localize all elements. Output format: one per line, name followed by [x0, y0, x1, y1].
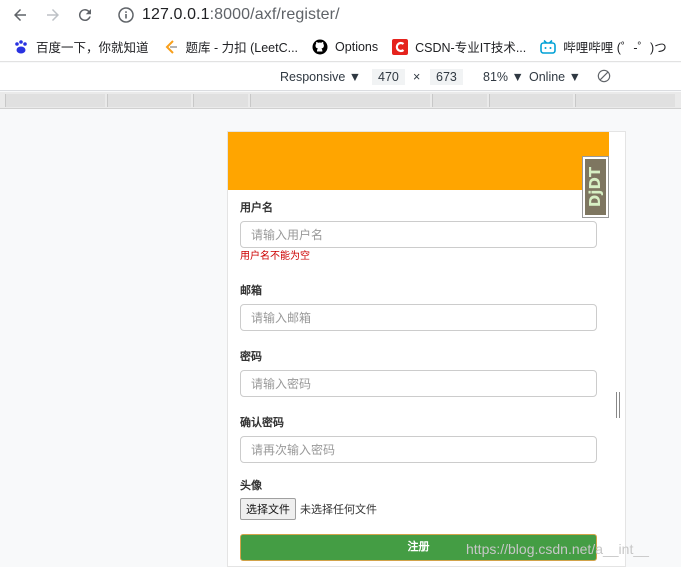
bookmark-leetcode[interactable]: 题库 - 力扣 (LeetC... [163, 37, 299, 56]
device-width-input[interactable]: 470 [372, 69, 405, 85]
leetcode-icon [163, 39, 179, 55]
forward-arrow-icon[interactable] [42, 4, 64, 26]
ruler-segment[interactable] [575, 94, 675, 107]
csdn-icon [392, 38, 409, 55]
device-height-input[interactable]: 673 [430, 69, 463, 85]
bookmark-label: Options [335, 39, 379, 54]
device-mode-select[interactable]: Responsive ▼ [280, 70, 361, 84]
reload-icon[interactable] [74, 4, 96, 26]
dimension-separator: × [413, 70, 421, 84]
resize-handle[interactable] [616, 392, 620, 418]
bookmark-baidu[interactable]: 百度一下，你就知道 [13, 37, 149, 56]
url-text: 127.0.0.1:8000/axf/register/ [142, 6, 340, 24]
ruler-segment[interactable] [432, 94, 487, 107]
github-icon [312, 39, 328, 55]
confirm-password-input[interactable] [240, 436, 597, 463]
register-form: 用户名 用户名不能为空 邮箱 密码 确认密码 头像 选择文件 未选择任何文件 注… [240, 202, 597, 561]
bookmark-label: CSDN-专业IT技术... [415, 41, 527, 55]
bookmark-label: 百度一下，你就知道 [36, 41, 149, 55]
ruler-segment[interactable] [193, 94, 248, 107]
network-throttle-select[interactable]: Online ▼ [529, 70, 581, 84]
baidu-paw-icon [13, 39, 29, 55]
avatar-label: 头像 [240, 480, 262, 492]
bookmark-csdn[interactable]: CSDN-专业IT技术... [392, 37, 526, 56]
page-header [228, 132, 609, 190]
ruler-segment[interactable] [5, 94, 105, 107]
password-input[interactable] [240, 370, 597, 397]
choose-file-button[interactable]: 选择文件 [240, 498, 296, 520]
bilibili-icon [540, 39, 557, 55]
email-label: 邮箱 [240, 285, 262, 297]
ruler-segment[interactable] [489, 94, 573, 107]
username-label: 用户名 [240, 202, 273, 214]
address-bar[interactable]: 127.0.0.1:8000/axf/register/ [108, 2, 681, 28]
info-icon[interactable] [118, 7, 134, 23]
device-toolbar: Responsive ▼ 470 × 673 81% ▼ Online ▼ [0, 63, 681, 91]
browser-toolbar: 127.0.0.1:8000/axf/register/ [0, 0, 681, 32]
confirm-password-label: 确认密码 [240, 417, 284, 429]
rotate-icon[interactable] [597, 69, 611, 86]
bookmark-label: 题库 - 力扣 (LeetC... [185, 41, 299, 55]
bookmarks-bar: 百度一下，你就知道 题库 - 力扣 (LeetC... Options CSDN… [0, 32, 681, 62]
media-query-ruler[interactable] [0, 92, 681, 109]
email-input[interactable] [240, 304, 597, 331]
password-label: 密码 [240, 351, 262, 363]
bookmark-github-options[interactable]: Options [312, 39, 378, 55]
ruler-segment[interactable] [107, 94, 191, 107]
watermark: https://blog.csdn.net/a__int__ [466, 541, 649, 557]
zoom-select[interactable]: 81% ▼ [483, 70, 524, 84]
bookmark-bilibili[interactable]: 哔哩哔哩 (゜-゜)つ [540, 37, 667, 56]
username-input[interactable] [240, 221, 597, 248]
avatar-file-row: 选择文件 未选择任何文件 [240, 498, 597, 520]
url-path: :8000/axf/register/ [209, 6, 340, 23]
ruler-segment[interactable] [250, 94, 430, 107]
file-status: 未选择任何文件 [300, 504, 377, 516]
url-host: 127.0.0.1 [142, 6, 210, 23]
username-error: 用户名不能为空 [240, 251, 310, 262]
bookmark-label: 哔哩哔哩 (゜-゜)つ [563, 41, 667, 55]
device-viewport: DjDT 用户名 用户名不能为空 邮箱 密码 确认密码 头像 选择文件 未选择任… [227, 131, 626, 567]
back-arrow-icon[interactable] [9, 4, 31, 26]
